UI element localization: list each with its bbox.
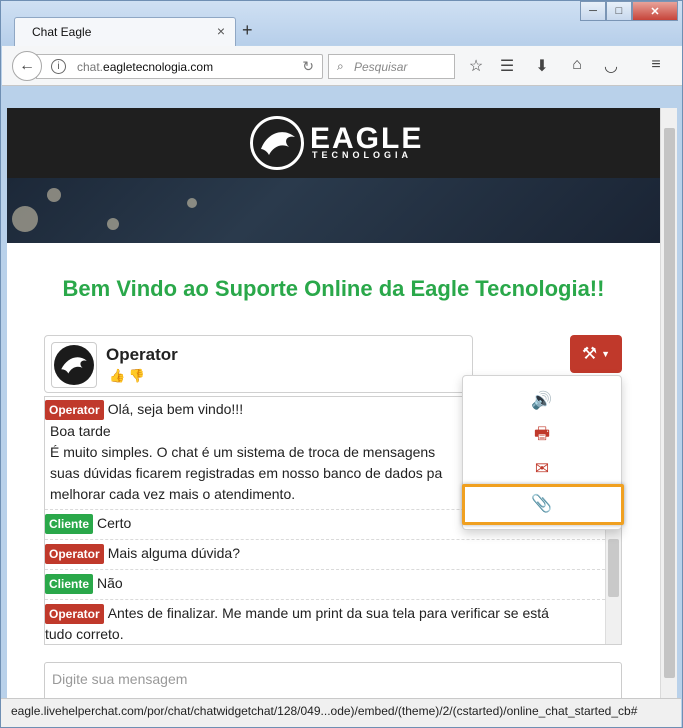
chat-message: Operator Mais alguma dúvida? <box>45 539 605 564</box>
url-prefix: chat. <box>77 60 104 74</box>
logo-subtext: TECNOLOGIA <box>312 150 412 160</box>
tab-chat-eagle[interactable]: Chat Eagle × <box>14 17 236 46</box>
welcome-heading: Bem Vindo ao Suporte Online da Eagle Tec… <box>62 276 605 301</box>
info-icon[interactable]: i <box>51 59 66 74</box>
bookmark-star-icon[interactable]: ☆ <box>465 56 487 76</box>
message-text: Olá, seja bem vindo!!! <box>107 401 244 417</box>
search-icon: ⌕ <box>337 59 344 73</box>
sound-icon: 🔊 <box>531 391 553 410</box>
back-arrow-icon: ← <box>19 57 35 74</box>
operator-panel: Operator 👍 👎 <box>44 335 473 393</box>
message-text: É muito simples. O chat é um sistema de … <box>50 444 436 460</box>
search-bar[interactable]: ⌕ Pesquisar <box>328 54 455 79</box>
message-placeholder: Digite sua mensagem <box>52 671 188 687</box>
maximize-button[interactable]: □ <box>606 1 632 21</box>
message-text: Boa tarde <box>50 423 111 439</box>
bokeh-light <box>187 198 197 208</box>
url-text: chat.eagletecnologia.com <box>77 60 213 74</box>
print-button[interactable]: 🖶 <box>463 418 621 452</box>
thumbs-down-icon[interactable]: 👎 <box>129 368 145 383</box>
chat-scroll-thumb[interactable] <box>608 539 619 597</box>
message-text: Certo <box>97 515 132 531</box>
message-input[interactable]: Digite sua mensagem <box>44 662 622 698</box>
hero-banner <box>7 178 660 243</box>
bokeh-light <box>107 218 119 230</box>
back-button[interactable]: ← <box>12 51 42 81</box>
operator-badge: Operator <box>45 604 104 624</box>
status-url: eagle.livehelperchat.com/por/chat/chatwi… <box>11 704 638 718</box>
mail-icon: ✉ <box>534 459 550 478</box>
page-scroll-thumb[interactable] <box>664 128 675 678</box>
operator-name: Operator <box>106 345 178 364</box>
chat-message: tudo correto. <box>45 624 605 644</box>
status-bar: eagle.livehelperchat.com/por/chat/chatwi… <box>1 698 681 727</box>
tools-icon: ⚒ <box>581 344 598 363</box>
reading-list-icon[interactable]: ☰ <box>496 56 518 76</box>
message-text: melhorar cada vez mais o atendimento. <box>50 486 296 502</box>
message-text: Antes de finalizar. Me mande um print da… <box>107 605 549 621</box>
avatar <box>51 342 97 388</box>
minimize-button[interactable]: ─ <box>580 1 606 21</box>
bokeh-light <box>12 206 38 232</box>
navigation-bar: i chat.eagletecnologia.com ↻ ← ⌕ Pesquis… <box>2 46 682 86</box>
window-controls: ─ □ ✕ <box>580 1 678 21</box>
close-window-button[interactable]: ✕ <box>632 1 678 21</box>
chat-card: Bem Vindo ao Suporte Online da Eagle Tec… <box>7 244 660 698</box>
download-icon[interactable]: ⬇ <box>531 56 553 76</box>
reload-icon[interactable]: ↻ <box>302 58 314 75</box>
page-scrollbar[interactable] <box>660 108 677 698</box>
search-placeholder: Pesquisar <box>354 60 408 74</box>
pocket-icon[interactable]: ◡ <box>600 56 622 76</box>
chevron-down-icon: ▼ <box>601 349 611 359</box>
message-text: suas dúvidas ficarem registradas em noss… <box>50 465 443 481</box>
menu-icon[interactable]: ≡ <box>645 56 667 74</box>
address-bar[interactable]: i chat.eagletecnologia.com ↻ <box>36 54 323 79</box>
bokeh-light <box>47 188 61 202</box>
eagle-avatar-icon <box>54 345 94 385</box>
mail-button[interactable]: ✉ <box>463 452 621 486</box>
message-text: Não <box>97 575 123 591</box>
site-header: EAGLE TECNOLOGIA <box>7 108 660 178</box>
chat-message: Cliente Não <box>45 569 605 594</box>
operator-badge: Operator <box>45 400 104 420</box>
operator-badge: Operator <box>45 544 104 564</box>
client-badge: Cliente <box>45 514 94 534</box>
rating-buttons: 👍 👎 <box>109 368 145 384</box>
message-text: Mais alguma dúvida? <box>107 545 240 561</box>
eagle-logo-icon <box>250 116 304 170</box>
page-viewport: EAGLE TECNOLOGIA Bem Vindo ao Suporte On… <box>7 108 660 698</box>
sound-button[interactable]: 🔊 <box>463 384 621 418</box>
chat-message: Operator Antes de finalizar. Me mande um … <box>45 599 605 624</box>
title-bar: Chat Eagle × + ─ □ ✕ <box>1 1 682 46</box>
new-tab-button[interactable]: + <box>242 20 253 41</box>
url-domain: eagletecnologia.com <box>103 60 214 74</box>
home-icon[interactable]: ⌂ <box>566 56 588 74</box>
tab-title: Chat Eagle <box>32 25 92 39</box>
highlight-box <box>462 484 624 525</box>
message-text: tudo correto. <box>45 626 124 642</box>
tools-menu-button[interactable]: ⚒ ▼ <box>570 335 622 373</box>
tab-close-icon[interactable]: × <box>217 23 225 39</box>
print-icon: 🖶 <box>533 423 551 443</box>
client-badge: Cliente <box>45 574 94 594</box>
thumbs-up-icon[interactable]: 👍 <box>109 368 125 383</box>
